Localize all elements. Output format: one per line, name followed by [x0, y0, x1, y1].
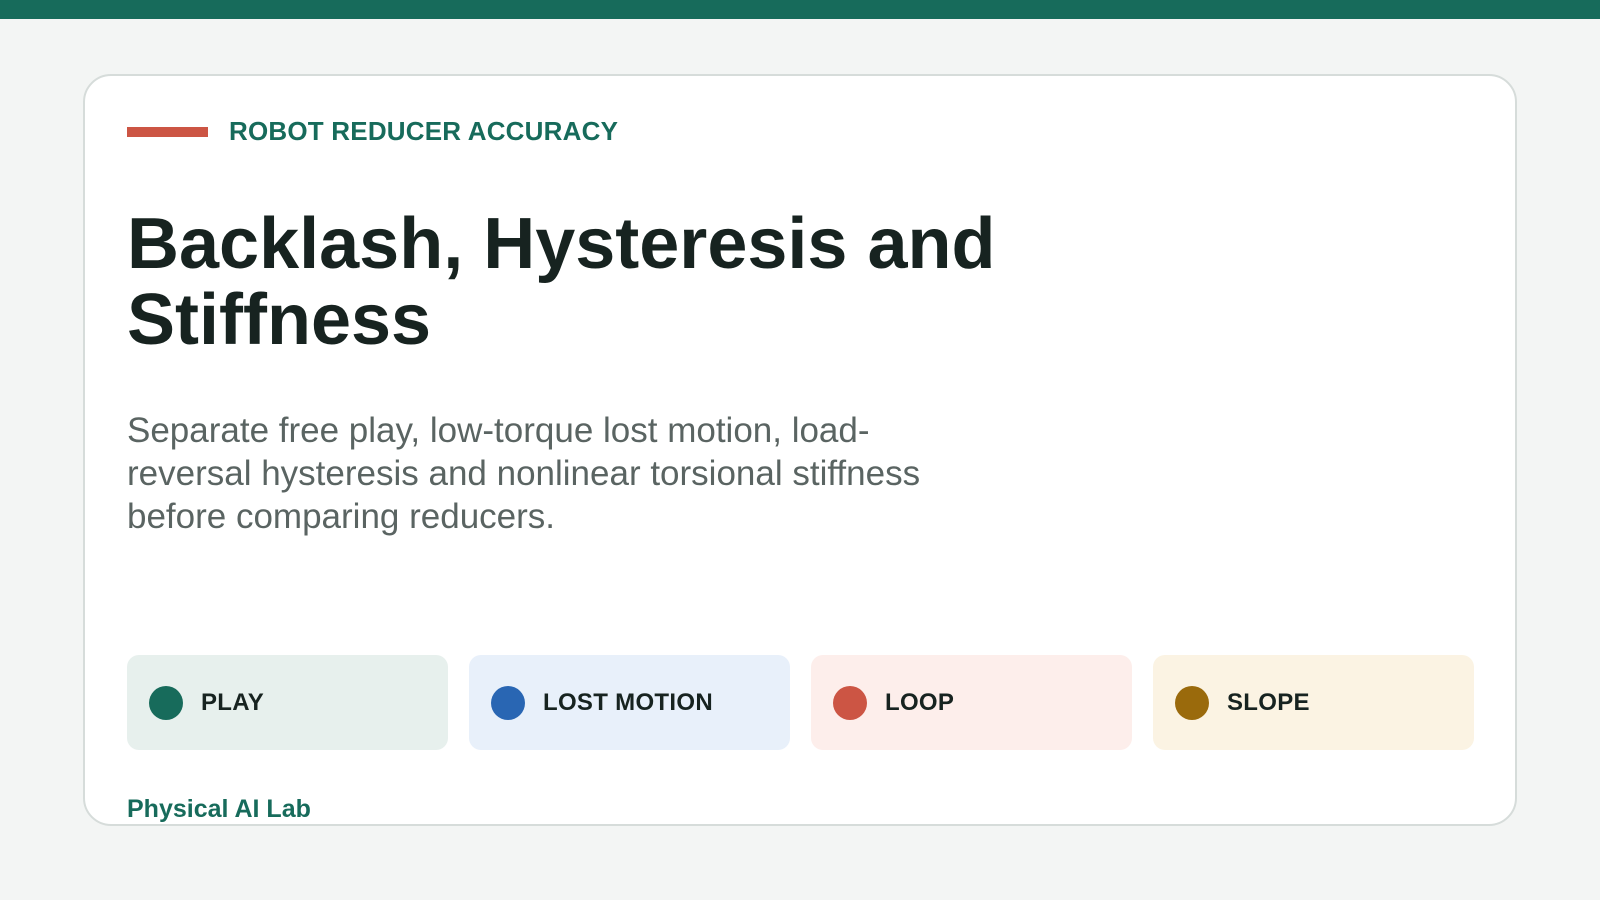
chip-label: LOOP [885, 688, 955, 716]
slope-dot-icon [1175, 685, 1209, 720]
chip-slope: SLOPE [1153, 655, 1474, 750]
chip-loop: LOOP [811, 655, 1132, 750]
chip-label: LOST MOTION [543, 688, 713, 716]
chip-lost-motion: LOST MOTION [469, 655, 790, 750]
eyebrow: ROBOT REDUCER ACCURACY [127, 116, 618, 147]
concept-chips: PLAY LOST MOTION LOOP SLOPE [127, 655, 1474, 750]
eyebrow-accent-bar [127, 126, 208, 137]
loop-dot-icon [833, 685, 867, 720]
page-title: Backlash, Hysteresis and Stiffness [127, 204, 996, 360]
footer-brand: Physical AI Lab [127, 795, 311, 823]
lost-motion-dot-icon [491, 685, 525, 720]
play-dot-icon [149, 685, 183, 720]
content-card: ROBOT REDUCER ACCURACY Backlash, Hystere… [83, 74, 1517, 826]
top-accent-bar [0, 0, 1600, 19]
chip-label: PLAY [201, 688, 265, 716]
eyebrow-label: ROBOT REDUCER ACCURACY [229, 116, 619, 146]
chip-play: PLAY [127, 655, 448, 750]
chip-label: SLOPE [1227, 688, 1310, 716]
page-subtitle: Separate free play, low-torque lost moti… [127, 411, 921, 536]
